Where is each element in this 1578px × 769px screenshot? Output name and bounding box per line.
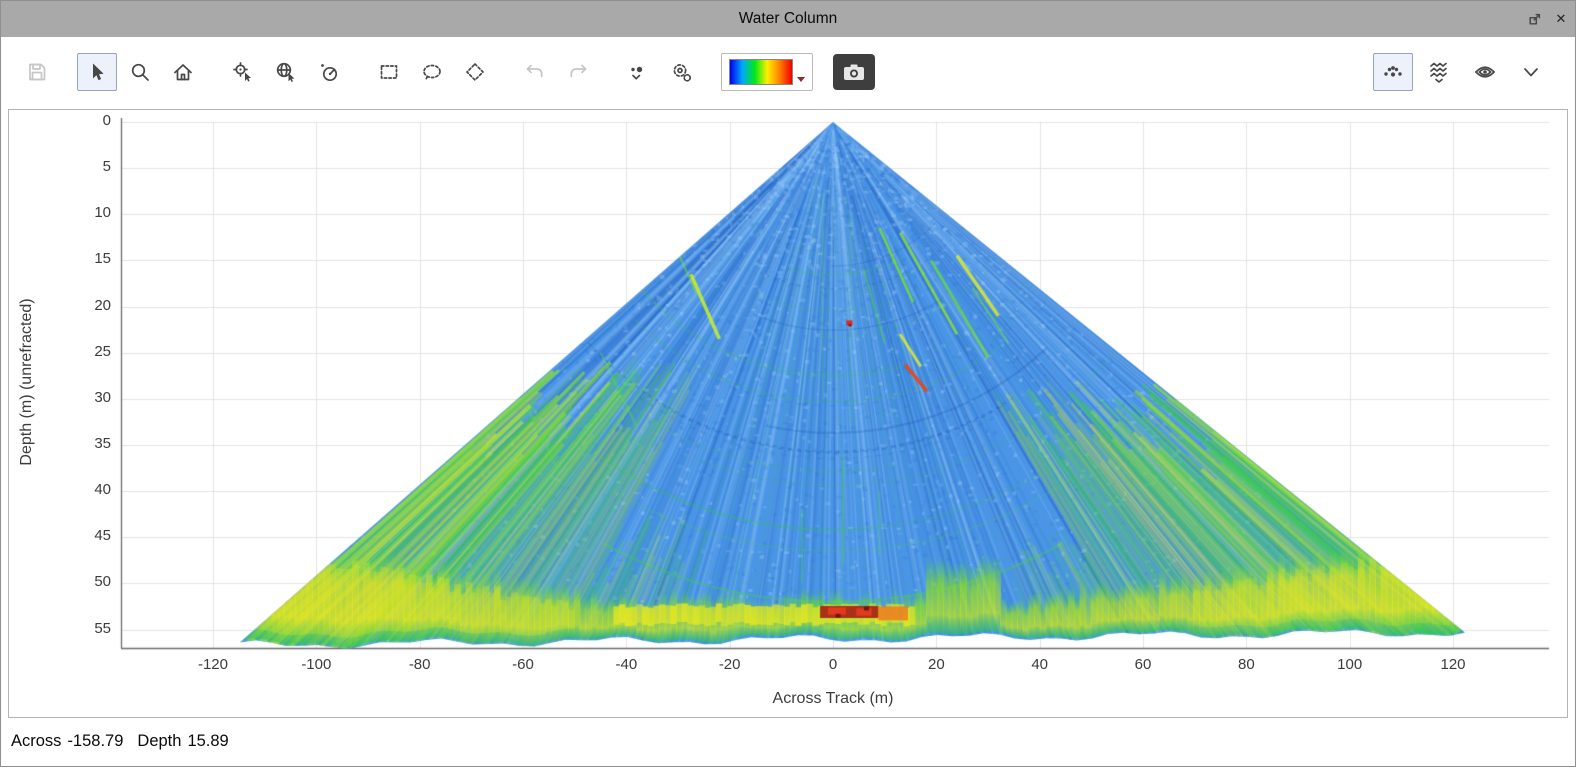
x-tick-label: 40 <box>1031 656 1048 673</box>
pick-geo-tool-button[interactable] <box>266 53 306 91</box>
home-view-button[interactable] <box>163 53 203 91</box>
dashed-rectangle-icon <box>380 65 398 79</box>
x-tick-label: -20 <box>718 656 741 673</box>
x-tick-label: 120 <box>1440 656 1466 673</box>
select-tool-button[interactable] <box>77 53 117 91</box>
pick-point-tool-button[interactable] <box>223 53 263 91</box>
y-tick-label: 30 <box>94 388 111 406</box>
close-window-button[interactable]: ✕ <box>1553 11 1569 27</box>
y-tick-label: 55 <box>94 619 111 637</box>
nested-arcs-eye-icon <box>1475 66 1495 78</box>
status-bar: Across -158.79 Depth 15.89 <box>1 718 1575 766</box>
x-tick-label: 100 <box>1337 656 1363 673</box>
y-tick-label: 25 <box>94 342 111 360</box>
x-tick-label: -80 <box>408 656 431 673</box>
status-depth-label: Depth <box>137 732 182 750</box>
home-icon <box>174 64 192 81</box>
waterfall-display-button[interactable] <box>1419 53 1459 91</box>
x-tick-label: -120 <box>197 656 228 673</box>
wave-lines-icon <box>1430 62 1447 83</box>
settings-button[interactable] <box>661 53 701 91</box>
water-column-fan-canvas[interactable] <box>9 110 1569 717</box>
rectangle-select-tool-button[interactable] <box>369 53 409 91</box>
y-tick-label: 50 <box>94 573 111 591</box>
y-tick-label: 10 <box>94 204 111 222</box>
polygon-select-tool-button[interactable] <box>455 53 495 91</box>
y-tick-label: 35 <box>94 434 111 452</box>
titlebar[interactable]: Water Column ✕ <box>1 1 1575 37</box>
toolbar <box>1 37 1575 107</box>
stacked-display-button[interactable] <box>1465 53 1505 91</box>
y-axis-label: Depth (m) (unrefracted) <box>18 298 35 466</box>
float-window-button[interactable] <box>1527 11 1543 27</box>
x-tick-label: -100 <box>301 656 332 673</box>
more-options-button[interactable] <box>1511 53 1551 91</box>
point-display-options-button[interactable] <box>618 53 658 91</box>
pop-out-icon <box>1529 13 1541 25</box>
x-tick-label: 0 <box>828 656 838 673</box>
rainbow-colorbar <box>729 59 793 85</box>
x-axis-label: Across Track (m) <box>772 690 894 707</box>
x-tick-label: -40 <box>615 656 638 673</box>
zoom-tool-button[interactable] <box>120 53 160 91</box>
x-tick-label: 60 <box>1134 656 1152 673</box>
x-tick-label: -60 <box>512 656 534 673</box>
y-tick-label: 15 <box>94 250 111 268</box>
status-across-value: -158.79 <box>67 732 124 750</box>
colormap-caret-icon <box>797 76 805 82</box>
points-display-button[interactable] <box>1373 53 1413 91</box>
dashed-diamond-icon <box>466 63 484 81</box>
y-tick-label: 0 <box>102 112 111 129</box>
undo-arrow-icon <box>526 64 543 78</box>
beam-pick-tool-button[interactable] <box>309 53 349 91</box>
gears-icon <box>673 64 692 82</box>
crosshair-cursor-icon <box>233 62 251 82</box>
floppy-disk-icon <box>29 63 46 81</box>
chevron-down-icon <box>1524 68 1538 77</box>
y-tick-label: 40 <box>94 481 111 499</box>
x-tick-label: 80 <box>1237 656 1255 673</box>
dots-dropdown-icon <box>631 66 643 80</box>
scatter-dots-icon <box>1384 66 1402 77</box>
dial-icon <box>321 64 338 82</box>
cursor-arrow-icon <box>93 63 104 81</box>
colormap-selector[interactable] <box>721 53 813 91</box>
window-title: Water Column <box>738 10 838 27</box>
water-column-window: Water Column ✕ Depth (m) (unrefracted) A… <box>0 0 1576 767</box>
status-depth-value: 15.89 <box>187 732 229 750</box>
dashed-lasso-icon <box>423 64 441 81</box>
x-tick-label: 20 <box>927 656 945 673</box>
y-tick-label: 20 <box>94 296 111 314</box>
lasso-select-tool-button[interactable] <box>412 53 452 91</box>
undo-button[interactable] <box>515 53 555 91</box>
water-column-plot-panel: Depth (m) (unrefracted) Across Track (m)… <box>8 109 1569 718</box>
save-button[interactable] <box>17 53 57 91</box>
redo-button[interactable] <box>558 53 598 91</box>
magnifier-icon <box>131 63 149 81</box>
status-across-label: Across <box>11 732 62 750</box>
y-tick-label: 5 <box>102 158 111 176</box>
globe-cursor-icon <box>276 62 295 82</box>
camera-icon <box>844 64 864 80</box>
redo-arrow-icon <box>570 64 587 78</box>
snapshot-button[interactable] <box>833 54 875 90</box>
y-tick-label: 45 <box>94 527 111 545</box>
